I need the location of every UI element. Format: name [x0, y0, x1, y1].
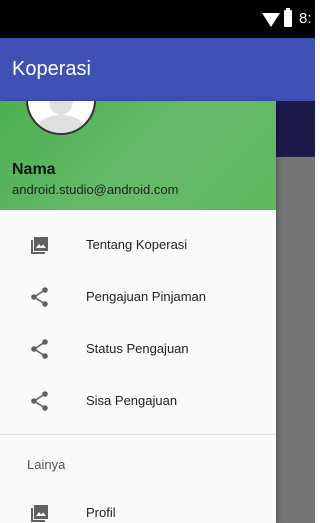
wifi-icon — [262, 13, 280, 27]
status-time: 8: — [299, 10, 312, 27]
header-name: Nama — [12, 161, 56, 178]
drawer-scrim[interactable] — [276, 157, 315, 523]
avatar-body-icon — [36, 115, 86, 133]
menu-item-label: Status Pengajuan — [86, 341, 189, 356]
menu-item-label: Profil — [86, 505, 116, 520]
status-bar: 8: — [0, 0, 315, 38]
menu-item-tentang-koperasi[interactable]: Tentang Koperasi — [0, 220, 276, 272]
avatar-head-icon — [49, 101, 73, 115]
menu-item-pengajuan-pinjaman[interactable]: Pengajuan Pinjaman — [0, 272, 276, 324]
app-bar: Koperasi — [0, 38, 315, 101]
share-icon — [30, 339, 50, 359]
app-title: Koperasi — [12, 58, 91, 80]
battery-icon — [284, 8, 292, 27]
avatar[interactable] — [26, 101, 96, 135]
menu-item-label: Sisa Pengajuan — [86, 393, 178, 408]
menu-item-label: Pengajuan Pinjaman — [86, 289, 206, 304]
menu-item-profil[interactable]: Profil — [0, 488, 276, 523]
section-title-lainya: Lainya — [27, 457, 66, 472]
navigation-drawer: Nama android.studio@android.com Tentang … — [0, 101, 276, 523]
menu-item-sisa-pengajuan[interactable]: Sisa Pengajuan — [0, 376, 276, 428]
share-icon — [30, 287, 50, 307]
gallery-icon — [30, 235, 50, 255]
gallery-icon — [30, 503, 50, 523]
menu-divider — [0, 434, 276, 435]
background-content — [276, 101, 315, 157]
header-email: android.studio@android.com — [12, 182, 179, 197]
drawer-header: Nama android.studio@android.com — [0, 101, 276, 210]
menu-item-status-pengajuan[interactable]: Status Pengajuan — [0, 324, 276, 376]
menu-item-label: Tentang Koperasi — [86, 237, 188, 252]
share-icon — [30, 391, 50, 411]
